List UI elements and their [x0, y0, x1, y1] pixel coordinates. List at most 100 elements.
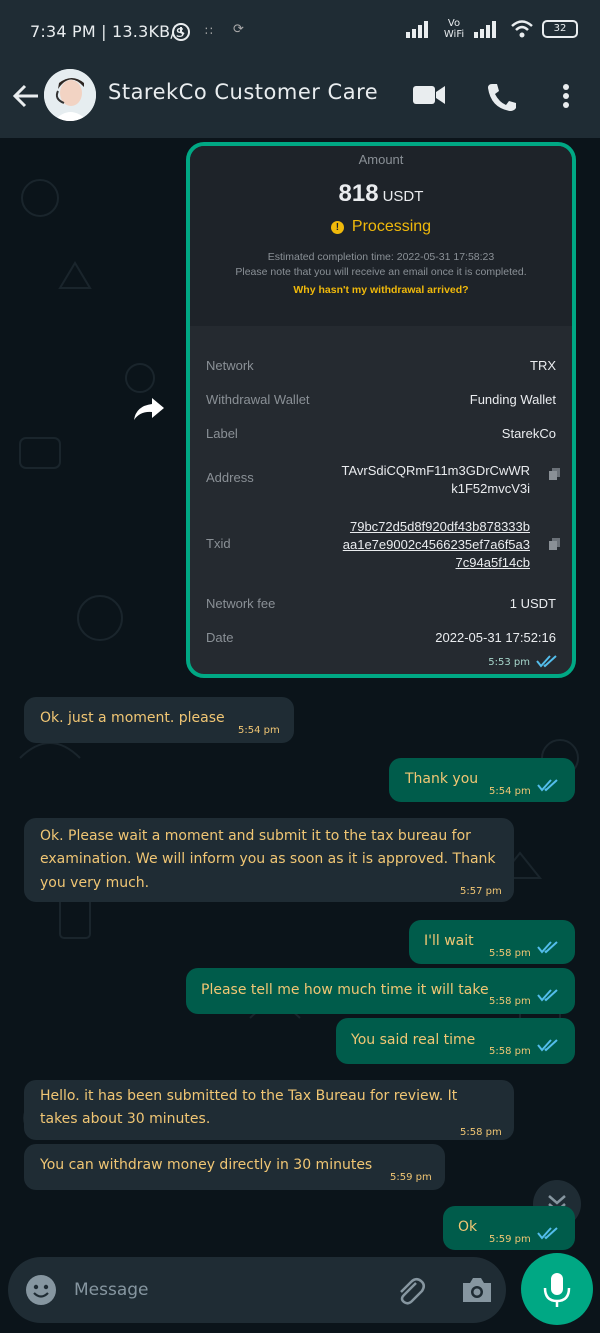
- message-incoming[interactable]: Ok. just a moment. please 5:54 pm: [24, 697, 294, 743]
- row-value: StarekCo: [501, 426, 556, 441]
- message-text: Please tell me how much time it will tak…: [201, 982, 489, 998]
- row-key: Withdrawal Wallet: [206, 392, 310, 407]
- message-incoming[interactable]: You can withdraw money directly in 30 mi…: [24, 1144, 445, 1190]
- message-line-1: Hello. it has been submitted to the Tax …: [40, 1088, 458, 1104]
- row-value: TAvrSdiCQRmF11m3GDrCwWR k1F52mvcV3i: [341, 462, 530, 498]
- message-time: 5:58 pm: [460, 1127, 502, 1138]
- est-line-1: Estimated completion time: 2022-05-31 17…: [267, 251, 495, 263]
- message-outgoing[interactable]: Ok 5:59 pm: [443, 1206, 575, 1250]
- message-time: 5:54 pm: [489, 786, 531, 797]
- message-text: Thank you: [405, 771, 479, 787]
- message-time: 5:58 pm: [489, 996, 531, 1007]
- row-key: Address: [206, 470, 254, 485]
- emoji-icon[interactable]: [26, 1275, 56, 1305]
- status-text: Processing: [351, 218, 432, 235]
- txid-line-1: 79bc72d5d8f920df43b878333b: [349, 519, 530, 534]
- message-time: 5:53 pm: [488, 657, 530, 668]
- message-text: I'll wait: [424, 933, 474, 949]
- amount-value: 818: [338, 180, 379, 207]
- avatar-image: [44, 69, 96, 121]
- forward-icon[interactable]: [132, 396, 166, 422]
- message-line-1: Ok. Please wait a moment and submit it t…: [40, 828, 471, 844]
- message-time: 5:59 pm: [390, 1172, 432, 1183]
- estimated-completion: Estimated completion time: 2022-05-31 17…: [190, 250, 572, 280]
- message-time: 5:59 pm: [489, 1234, 531, 1245]
- withdrawal-summary: Amount 818 USDT ! Processing Estimated com…: [190, 146, 572, 326]
- copy-icon[interactable]: [549, 538, 560, 550]
- status-bar: 7:34 PM | 13.3KB/s ∷ ⟳ Vo WiFi 32: [0, 0, 600, 62]
- camera-icon[interactable]: [460, 1275, 494, 1305]
- amount-label: Amount: [358, 152, 404, 167]
- message-incoming[interactable]: Hello. it has been submitted to the Tax …: [24, 1080, 514, 1140]
- double-check-icon: [537, 1039, 558, 1052]
- message-time: 5:57 pm: [460, 886, 502, 897]
- alert-icon: !: [330, 221, 344, 234]
- attach-icon[interactable]: [394, 1275, 426, 1307]
- row-value: Funding Wallet: [469, 392, 556, 407]
- row-key: Label: [206, 426, 238, 441]
- message-outgoing[interactable]: Please tell me how much time it will tak…: [186, 968, 575, 1014]
- withdrawal-screenshot-message[interactable]: Amount 818 USDT ! Processing Estimated com…: [186, 142, 576, 678]
- signal-icon: [406, 21, 428, 38]
- status-time-speed: 7:34 PM | 13.3KB/s: [30, 22, 185, 41]
- battery-level: 32: [553, 23, 567, 34]
- row-txid: Txid 79bc72d5d8f920df43b878333b aa1e7e90…: [206, 518, 560, 574]
- amount-currency: USDT: [382, 188, 424, 205]
- voice-message-button[interactable]: [521, 1253, 593, 1325]
- message-outgoing[interactable]: Thank you 5:54 pm: [389, 758, 575, 802]
- why-link[interactable]: Why hasn't my withdrawal arrived?: [190, 284, 572, 296]
- row-value: TRX: [530, 358, 556, 373]
- dots-icon: ∷: [205, 24, 213, 38]
- message-line-2: examination. We will inform you as soon …: [40, 851, 496, 867]
- chat-header: StarekCo Customer Care: [0, 62, 600, 138]
- back-arrow-icon[interactable]: [10, 80, 42, 112]
- message-incoming[interactable]: Ok. Please wait a moment and submit it t…: [24, 818, 514, 902]
- txid-line-3: 7c94a5f14cb: [455, 555, 530, 570]
- contact-avatar[interactable]: [44, 69, 96, 121]
- address-line-1: TAvrSdiCQRmF11m3GDrCwWR: [341, 463, 530, 478]
- row-address: Address TAvrSdiCQRmF11m3GDrCwWR k1F52mvc…: [206, 462, 560, 502]
- double-check-icon: [537, 989, 558, 1002]
- double-check-icon: [537, 1227, 558, 1240]
- message-text: Ok: [458, 1219, 478, 1235]
- smiley-icon: [33, 1284, 49, 1298]
- message-text: Ok. just a moment. please: [40, 710, 225, 726]
- est-line-2: Please note that you will receive an ema…: [235, 266, 527, 278]
- amount: 818 USDT: [190, 180, 572, 208]
- alarm-icon: [172, 23, 190, 41]
- status-processing: ! Processing: [190, 218, 572, 236]
- message-time: 5:58 pm: [489, 1046, 531, 1057]
- wifi-icon: [511, 20, 533, 38]
- status-right: Vo WiFi 32: [406, 18, 578, 40]
- row-value: 1 USDT: [509, 596, 556, 611]
- txid-line-2: aa1e7e9002c4566235ef7a6f5a3: [342, 537, 530, 552]
- txid-link[interactable]: 79bc72d5d8f920df43b878333b aa1e7e9002c45…: [343, 518, 530, 572]
- video-call-icon[interactable]: [412, 82, 446, 108]
- sync-icon: ⟳: [233, 22, 244, 37]
- more-menu-icon[interactable]: [560, 82, 572, 112]
- row-key: Network: [206, 358, 254, 373]
- message-time: 5:58 pm: [489, 948, 531, 959]
- message-line-3: you very much.: [40, 875, 150, 891]
- message-composer: Message: [8, 1257, 506, 1323]
- row-value: 2022-05-31 17:52:16: [435, 630, 556, 645]
- message-text: You said real time: [351, 1032, 476, 1048]
- message-outgoing[interactable]: I'll wait 5:58 pm: [409, 920, 575, 964]
- row-key: Txid: [206, 536, 231, 551]
- voice-call-icon[interactable]: [486, 82, 518, 112]
- double-check-icon: [537, 941, 558, 954]
- battery-icon: 32: [542, 20, 578, 38]
- message-outgoing[interactable]: You said real time 5:58 pm: [336, 1018, 575, 1064]
- address-line-2: k1F52mvcV3i: [451, 481, 530, 496]
- message-time: 5:54 pm: [238, 725, 280, 736]
- message-input[interactable]: Message: [74, 1280, 149, 1300]
- signal-icon-2: [474, 21, 496, 38]
- row-key: Network fee: [206, 596, 276, 611]
- copy-icon[interactable]: [549, 468, 560, 480]
- contact-name[interactable]: StarekCo Customer Care: [108, 80, 378, 104]
- mic-icon: [543, 1273, 571, 1307]
- double-check-icon: [536, 655, 557, 668]
- vowifi-label: Vo WiFi: [443, 18, 465, 40]
- double-check-icon: [537, 779, 558, 792]
- row-key: Date: [206, 630, 234, 645]
